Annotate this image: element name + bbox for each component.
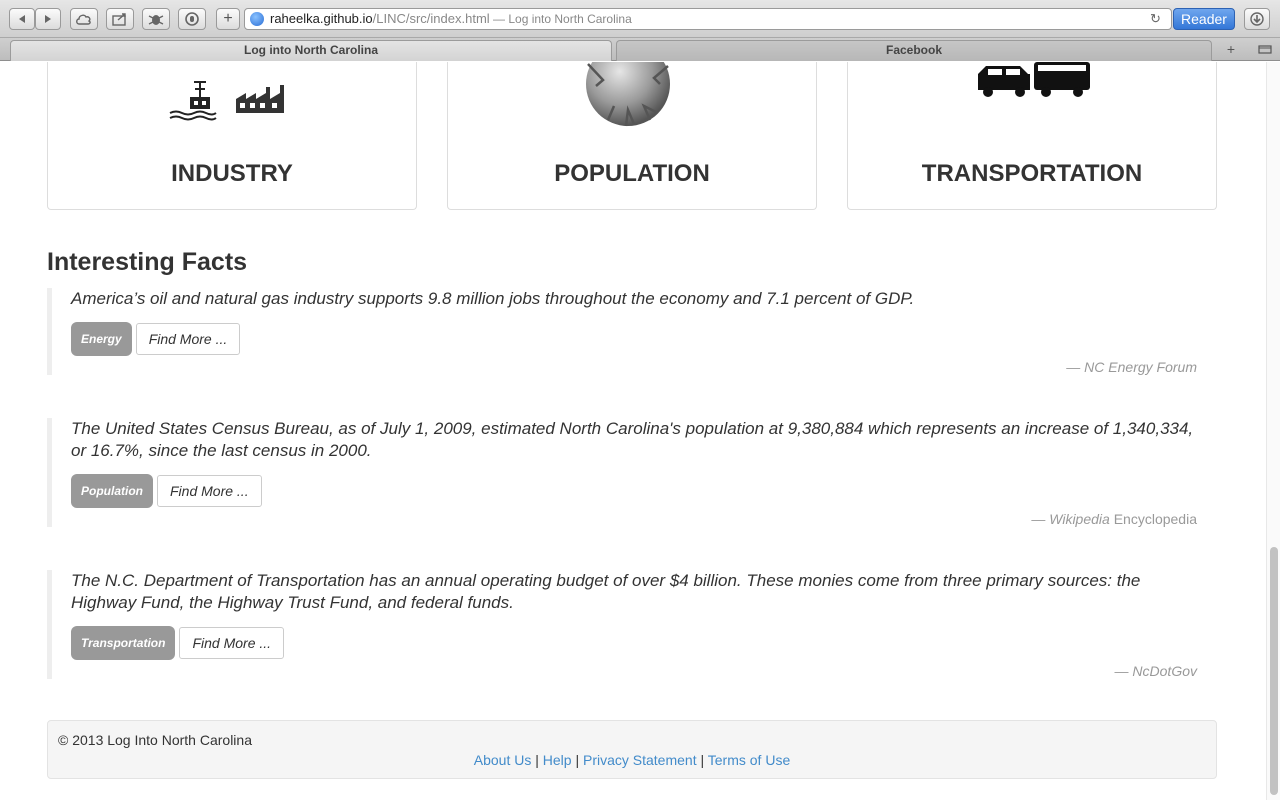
- fact-source-suffix: Encyclopedia: [1109, 511, 1197, 527]
- tab-list-button[interactable]: [1252, 40, 1278, 61]
- category-title-transportation: TRANSPORTATION: [921, 160, 1143, 187]
- category-title-population: POPULATION: [554, 160, 710, 187]
- footer-separator: |: [700, 752, 705, 768]
- category-title-industry: INDUSTRY: [171, 160, 293, 187]
- tab-list-icon: [1258, 45, 1272, 54]
- category-card-transportation[interactable]: TRANSPORTATION: [847, 62, 1217, 210]
- url-page-title: — Log into North Carolina: [489, 12, 632, 26]
- forward-button[interactable]: [35, 8, 61, 30]
- tab-bar: Log into North Carolina Facebook +: [0, 38, 1280, 61]
- fact-text: The N.C. Department of Transportation ha…: [71, 571, 1141, 612]
- new-tab-button[interactable]: +: [216, 8, 240, 30]
- downloads-button[interactable]: [1244, 8, 1270, 30]
- fact-text: America’s oil and natural gas industry s…: [71, 289, 915, 308]
- fact-label-badge: Energy: [71, 322, 132, 356]
- back-button[interactable]: [9, 8, 35, 30]
- page-viewport: INDUSTRY POPULATION TRANSPORTATION Inter…: [0, 62, 1280, 800]
- fact-item-energy: America’s oil and natural gas industry s…: [47, 288, 1197, 375]
- fact-item-transportation: The N.C. Department of Transportation ha…: [47, 570, 1197, 679]
- fact-text: The United States Census Bureau, as of J…: [71, 419, 1194, 460]
- reload-icon[interactable]: ↻: [1150, 11, 1161, 27]
- tab-facebook[interactable]: Facebook: [616, 40, 1212, 61]
- add-tab-button[interactable]: +: [1221, 40, 1241, 61]
- find-more-button[interactable]: Find More ...: [157, 475, 262, 507]
- address-bar[interactable]: raheelka.github.io/LINC/src/index.html —…: [244, 8, 1172, 30]
- footer-copyright: © 2013 Log Into North Carolina: [58, 732, 252, 748]
- category-card-population[interactable]: POPULATION: [447, 62, 817, 210]
- extension-button[interactable]: [142, 8, 170, 30]
- industry-icon: [169, 81, 284, 121]
- reader-button[interactable]: Reader: [1173, 8, 1235, 30]
- adblock-button[interactable]: [178, 8, 206, 30]
- vertical-scrollbar[interactable]: [1266, 62, 1280, 800]
- footer-separator: |: [575, 752, 580, 768]
- find-more-button[interactable]: Find More ...: [135, 323, 241, 355]
- icloud-button[interactable]: [70, 8, 98, 30]
- fact-source-name: — NcDotGov: [1114, 663, 1197, 679]
- fact-actions: Population Find More ...: [71, 474, 1197, 508]
- browser-toolbar: + raheelka.github.io/LINC/src/index.html…: [0, 0, 1280, 38]
- share-button[interactable]: [106, 8, 134, 30]
- fact-source-name: — Wikipedia: [1031, 511, 1110, 527]
- forward-arrow-icon: [45, 15, 51, 23]
- fact-label-badge: Population: [71, 474, 153, 508]
- facts-heading: Interesting Facts: [47, 248, 248, 276]
- url-path: /LINC/src/index.html: [372, 11, 490, 26]
- share-icon: [112, 13, 126, 26]
- category-card-industry[interactable]: INDUSTRY: [47, 62, 417, 210]
- fact-source: — NcDotGov: [71, 663, 1197, 679]
- footer: © 2013 Log Into North Carolina About Us …: [47, 720, 1217, 779]
- download-icon: [1250, 12, 1264, 26]
- fact-actions: Transportation Find More ...: [71, 626, 1197, 660]
- cloud-icon: [76, 14, 91, 25]
- back-arrow-icon: [19, 15, 25, 23]
- footer-link-terms-of-use[interactable]: Terms of Use: [708, 752, 790, 768]
- fact-source-name: — NC Energy Forum: [1066, 359, 1197, 375]
- hand-icon: [185, 12, 199, 26]
- footer-links: About Us | Help | Privacy Statement | Te…: [48, 752, 1216, 768]
- fact-label-badge: Transportation: [71, 626, 176, 660]
- tab-log-into-nc[interactable]: Log into North Carolina: [10, 40, 612, 61]
- footer-link-about-us[interactable]: About Us: [474, 752, 532, 768]
- url-host: raheelka.github.io: [270, 11, 373, 26]
- globe-icon: [250, 12, 264, 26]
- footer-link-privacy-statement[interactable]: Privacy Statement: [583, 752, 697, 768]
- globe-icon: [586, 62, 670, 127]
- fact-source: — Wikipedia Encyclopedia: [71, 511, 1197, 527]
- scrollbar-thumb[interactable]: [1270, 547, 1278, 795]
- footer-link-help[interactable]: Help: [543, 752, 572, 768]
- bug-icon: [148, 15, 164, 25]
- vehicles-icon: [978, 62, 1090, 97]
- find-more-button[interactable]: Find More ...: [179, 627, 285, 659]
- fact-source: — NC Energy Forum: [71, 359, 1197, 375]
- fact-item-population: The United States Census Bureau, as of J…: [47, 418, 1197, 527]
- fact-actions: Energy Find More ...: [71, 322, 1197, 356]
- plus-icon: +: [223, 10, 233, 27]
- footer-separator: |: [535, 752, 539, 768]
